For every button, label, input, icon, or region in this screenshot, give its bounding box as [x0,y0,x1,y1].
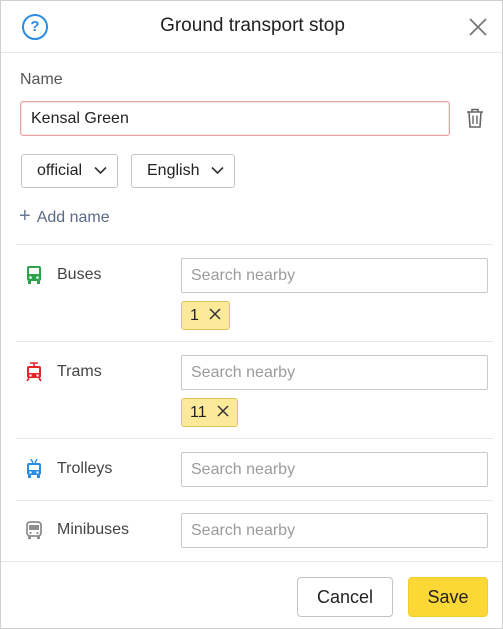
chevron-down-icon [211,166,224,175]
language-select[interactable]: English [131,154,235,188]
add-name-label: Add name [36,209,110,226]
route-chip: 1 [181,301,231,330]
name-type-value: official [37,162,83,179]
divider [16,500,493,501]
chevron-down-icon [94,166,107,175]
route-chip-label: 11 [190,404,207,421]
add-name-button[interactable]: + Add name [19,205,110,227]
divider [16,341,493,342]
dialog-header: ? Ground transport stop [1,1,502,53]
remove-chip-icon[interactable] [209,308,221,320]
trams-search-input[interactable] [181,355,488,390]
plus-icon: + [19,205,31,227]
trash-icon[interactable] [465,107,485,129]
route-chip: 11 [181,398,239,427]
minibus-icon [26,521,42,539]
tram-icon [26,362,42,382]
close-icon[interactable] [467,16,489,38]
transport-label-trolleys: Trolleys [57,460,113,477]
language-value: English [147,162,200,179]
ground-transport-stop-dialog: ? Ground transport stop Name official En… [0,0,503,629]
save-button[interactable]: Save [408,577,488,617]
transport-label-trams: Trams [57,363,102,380]
name-input[interactable] [20,101,450,136]
trolleys-search-input[interactable] [181,452,488,487]
name-type-select[interactable]: official [21,154,118,188]
divider [16,438,493,439]
transport-label-minibuses: Minibuses [57,521,130,538]
divider [16,244,493,245]
buses-search-input[interactable] [181,258,488,293]
cancel-button[interactable]: Cancel [297,577,393,617]
transport-label-buses: Buses [57,266,102,283]
name-section-label: Name [20,71,63,88]
remove-chip-icon[interactable] [217,405,229,417]
trolleybus-icon [27,459,41,478]
route-chip-label: 1 [190,307,199,324]
dialog-title: Ground transport stop [160,15,345,36]
bus-icon [27,266,41,284]
minibuses-search-input[interactable] [181,513,488,548]
